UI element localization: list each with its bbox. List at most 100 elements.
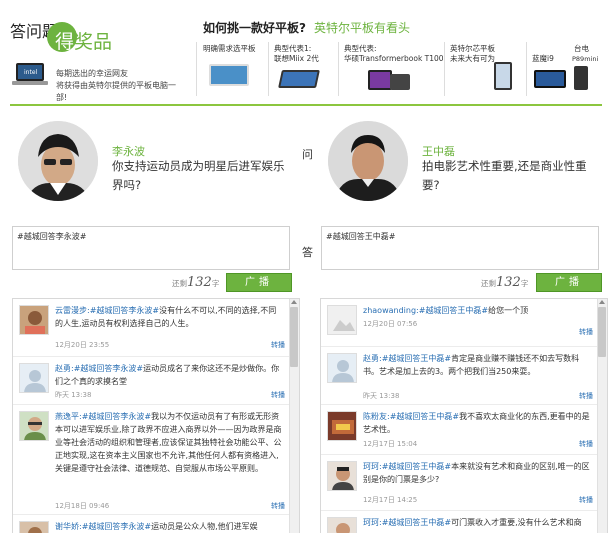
product-6[interactable]: 台电 P89mini: [572, 44, 609, 90]
item-text: 珂珂:#越城回答王中磊#本来就没有艺术和商业的区别,唯一的区别是你的门票是多少?: [363, 460, 591, 486]
header-description: 每期选出的幸运网友 将获得由英特尔提供的平板电脑一部!: [56, 68, 186, 104]
product-6-line2: P89mini: [572, 55, 599, 63]
right-counter-prefix: 还剩: [481, 279, 496, 288]
item-tag[interactable]: #越城回答王中磊#: [382, 462, 451, 471]
product-3[interactable]: 典型代表: 华硕Transformerbook T100: [344, 44, 444, 90]
keyboard-icon: [390, 74, 410, 90]
header-question[interactable]: 如何挑一款好平板? 英特尔平板有看头: [203, 19, 410, 36]
item-time: 昨天 13:38: [55, 391, 92, 399]
item-text: 燕逸平:#越城回答李永波#我以为不仅运动员有了有形或无形资本可以进军娱乐业,除了…: [55, 410, 283, 475]
header-title-prize-rest: 奖品: [74, 31, 113, 53]
forward-link[interactable]: 转播: [271, 501, 285, 511]
list-item: 云雷漫步:#越城回答李永波#没有什么不可以,不同的选择,不同的人生,运动员有权利…: [13, 299, 289, 357]
item-text: 珂珂:#越城回答王中磊#可门票收入才重要,没有什么艺术和商: [363, 516, 591, 529]
item-body: 给您一个顶: [488, 306, 529, 315]
item-user[interactable]: 珂珂:: [363, 462, 382, 471]
list-item: 陈粉友:#越城回答王中磊#我不喜欢太商业化的东西,更看中的是艺术性。 12月17…: [321, 405, 597, 455]
forward-link[interactable]: 转播: [271, 390, 285, 400]
header-divider-line: [10, 104, 602, 106]
tablet-icon: [278, 70, 320, 88]
header-title-prize-first: 得: [55, 31, 75, 53]
forward-link[interactable]: 转播: [579, 391, 593, 401]
item-user[interactable]: 赵勇:: [363, 354, 382, 363]
divider: [196, 42, 197, 96]
item-text: 赵勇:#越城回答李永波#运动员成名了来你这还不是炒做你。你们之个真的求摸名堂: [55, 362, 283, 388]
product-5[interactable]: 蓝魔i9: [532, 44, 572, 88]
forward-link[interactable]: 转播: [579, 327, 593, 337]
right-answer-feed[interactable]: zhaowanding:#越城回答王中磊#给您一个顶 12月20日 07:56 …: [320, 298, 608, 533]
product-2[interactable]: 典型代表1: 联想Miix 2代: [274, 44, 336, 88]
item-user[interactable]: 陈粉友:: [363, 412, 390, 421]
left-char-counter: 还剩132字: [172, 275, 219, 290]
answer-label: 答: [302, 246, 313, 259]
list-item: 谢华娇:#越城回答李永波#运动员是公众人物,他们进军娱: [13, 515, 289, 533]
item-tag[interactable]: #越城回答李永波#: [82, 412, 151, 421]
tablet-icon: [494, 62, 512, 90]
left-post-button[interactable]: 广播: [226, 273, 292, 292]
item-text: zhaowanding:#越城回答王中磊#给您一个顶: [363, 304, 591, 317]
scrollbar[interactable]: [597, 299, 607, 533]
user-avatar[interactable]: [19, 305, 49, 335]
tablet-icon: [534, 70, 566, 88]
item-tag[interactable]: #越城回答李永波#: [74, 364, 143, 373]
item-user[interactable]: 云雷漫步:: [55, 306, 90, 315]
promo-header: 答问题 得奖品 intel 每期选出的幸运网友 将获得由英特尔提供的平板电脑一部…: [0, 0, 609, 108]
right-answer-input[interactable]: #越城回答王中磊#: [321, 226, 599, 270]
header-question-text[interactable]: 如何挑一款好平板?: [203, 21, 306, 35]
forward-link[interactable]: 转播: [579, 439, 593, 449]
item-user[interactable]: 谢华娇:: [55, 522, 82, 531]
scrollbar-thumb[interactable]: [598, 307, 606, 357]
item-tag[interactable]: #越城回答王中磊#: [390, 412, 459, 421]
scrollbar[interactable]: [289, 299, 299, 533]
divider: [268, 42, 269, 96]
item-user[interactable]: 珂珂:: [363, 518, 382, 527]
item-user[interactable]: 燕逸平:: [55, 412, 82, 421]
scrollbar-thumb[interactable]: [290, 307, 298, 367]
item-tag[interactable]: #越城回答王中磊#: [419, 306, 488, 315]
product-3-line1: 典型代表:: [344, 44, 377, 53]
user-avatar[interactable]: [327, 517, 357, 533]
item-time: 昨天 13:38: [363, 392, 400, 400]
item-tag[interactable]: #越城回答李永波#: [82, 522, 151, 531]
left-counter-prefix: 还剩: [172, 279, 187, 288]
user-avatar[interactable]: [327, 461, 357, 491]
forward-link[interactable]: 转播: [271, 340, 285, 350]
header-desc-line1: 每期选出的幸运网友: [56, 69, 128, 78]
product-1-line1: 明确需求选平板: [203, 44, 256, 53]
left-answer-input[interactable]: #越城回答李永波#: [12, 226, 290, 270]
user-avatar[interactable]: [327, 353, 357, 383]
divider: [444, 42, 445, 96]
list-item: 珂珂:#越城回答王中磊#可门票收入才重要,没有什么艺术和商: [321, 511, 597, 533]
divider: [338, 42, 339, 96]
product-4-line1: 英特尔芯平板: [450, 44, 495, 53]
left-answer-feed[interactable]: 云雷漫步:#越城回答李永波#没有什么不可以,不同的选择,不同的人生,运动员有权利…: [12, 298, 300, 533]
item-body: 我以为不仅运动员有了有形或无形资本可以进军娱乐业,除了政界不应进入商界以外——因…: [55, 412, 282, 473]
user-avatar[interactable]: [19, 411, 49, 441]
laptop-icon: intel: [12, 63, 48, 87]
user-avatar[interactable]: [327, 411, 357, 441]
item-tag[interactable]: #越城回答王中磊#: [382, 354, 451, 363]
item-tag[interactable]: #越城回答王中磊#: [382, 518, 451, 527]
tablet-icon: [574, 66, 588, 90]
product-6-line1: 台电: [574, 44, 589, 53]
user-avatar[interactable]: [19, 521, 49, 533]
product-4[interactable]: 英特尔芯平板 未来大有可为: [450, 44, 520, 90]
right-question: 拍电影艺术性重要,还是商业性重要?: [422, 159, 587, 192]
right-counter-value: 132: [496, 275, 521, 290]
item-time: 12月17日 15:04: [363, 440, 418, 448]
item-user[interactable]: zhaowanding:: [363, 306, 419, 315]
user-avatar[interactable]: [327, 305, 357, 335]
avatar-right: [328, 121, 408, 201]
list-item: 赵勇:#越城回答王中磊#肯定是商业赚不赚钱还不如去写数科书。艺术是加上去的3。两…: [321, 347, 597, 405]
right-char-counter: 还剩132字: [481, 275, 528, 290]
product-1[interactable]: 明确需求选平板: [203, 44, 265, 86]
item-tag[interactable]: #越城回答李永波#: [90, 306, 159, 315]
product-3-line2: 华硕Transformerbook T100: [344, 54, 444, 63]
header-question-sub[interactable]: 英特尔平板有看头: [314, 21, 410, 35]
item-user[interactable]: 赵勇:: [55, 364, 74, 373]
right-post-button[interactable]: 广播: [536, 273, 602, 292]
item-text: 陈粉友:#越城回答王中磊#我不喜欢太商业化的东西,更看中的是艺术性。: [363, 410, 591, 436]
divider: [526, 42, 527, 96]
user-avatar[interactable]: [19, 363, 49, 393]
forward-link[interactable]: 转播: [579, 495, 593, 505]
